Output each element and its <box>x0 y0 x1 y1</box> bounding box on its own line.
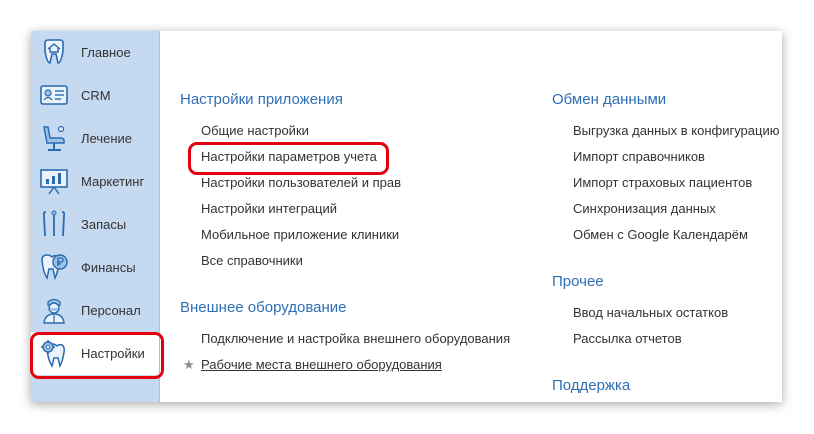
sidebar-item-staff[interactable]: Персонал <box>31 289 159 332</box>
sidebar-item-marketing[interactable]: Маркетинг <box>31 160 159 203</box>
sidebar-item-label: Персонал <box>81 303 141 318</box>
doctor-icon <box>43 298 65 324</box>
section-title-external-equipment: Внешнее оборудование <box>180 299 347 316</box>
link-google-calendar-exchange[interactable]: Обмен с Google Календарём <box>573 227 748 242</box>
link-initial-balances[interactable]: Ввод начальных остатков <box>573 305 728 320</box>
sidebar-item-label: Финансы <box>81 260 136 275</box>
link-data-sync[interactable]: Синхронизация данных <box>573 201 716 216</box>
sidebar-item-crm[interactable]: CRM <box>31 74 159 117</box>
highlight-accounting-settings <box>188 142 389 175</box>
sidebar-item-treatment[interactable]: Лечение <box>31 117 159 160</box>
sidebar-item-label: Запасы <box>81 217 127 232</box>
sidebar-item-finance[interactable]: Финансы <box>31 246 159 289</box>
section-title-support: Поддержка <box>552 377 631 394</box>
link-export-data[interactable]: Выгрузка данных в конфигурацию <box>573 123 779 138</box>
star-icon: ★ <box>183 357 195 372</box>
sidebar-item-stock[interactable]: Запасы <box>31 203 159 246</box>
sidebar-item-label: Маркетинг <box>81 174 145 189</box>
section-title-app-settings: Настройки приложения <box>180 91 343 108</box>
link-equipment-connection[interactable]: Подключение и настройка внешнего оборудо… <box>201 331 510 346</box>
sidebar-item-label: Главное <box>81 45 131 60</box>
link-mobile-app[interactable]: Мобильное приложение клиники <box>201 227 399 242</box>
main-content: Настройки приложения Общие настройки Нас… <box>160 31 782 402</box>
link-general-settings[interactable]: Общие настройки <box>201 123 309 138</box>
dental-tools-icon <box>42 210 66 237</box>
link-equipment-workplaces[interactable]: Рабочие места внешнего оборудования <box>201 357 442 372</box>
sidebar-item-label: Лечение <box>81 131 133 146</box>
tooth-ruble-icon <box>41 254 68 281</box>
section-title-other: Прочее <box>552 273 604 290</box>
presentation-board-icon <box>40 169 68 195</box>
sidebar-item-main[interactable]: Главное <box>31 31 159 74</box>
tooth-home-icon <box>44 39 64 64</box>
link-report-mailing[interactable]: Рассылка отчетов <box>573 331 682 346</box>
crm-card-icon <box>40 85 68 105</box>
link-users-rights-settings[interactable]: Настройки пользователей и прав <box>201 175 401 190</box>
link-import-catalogs[interactable]: Импорт справочников <box>573 149 705 164</box>
highlight-settings-nav <box>30 332 164 379</box>
dental-chair-icon <box>43 125 65 151</box>
link-all-catalogs[interactable]: Все справочники <box>201 253 303 268</box>
link-integration-settings[interactable]: Настройки интеграций <box>201 201 337 216</box>
section-title-data-exchange: Обмен данными <box>552 91 667 108</box>
sidebar-item-label: CRM <box>81 88 111 103</box>
link-import-insured-patients[interactable]: Импорт страховых пациентов <box>573 175 752 190</box>
